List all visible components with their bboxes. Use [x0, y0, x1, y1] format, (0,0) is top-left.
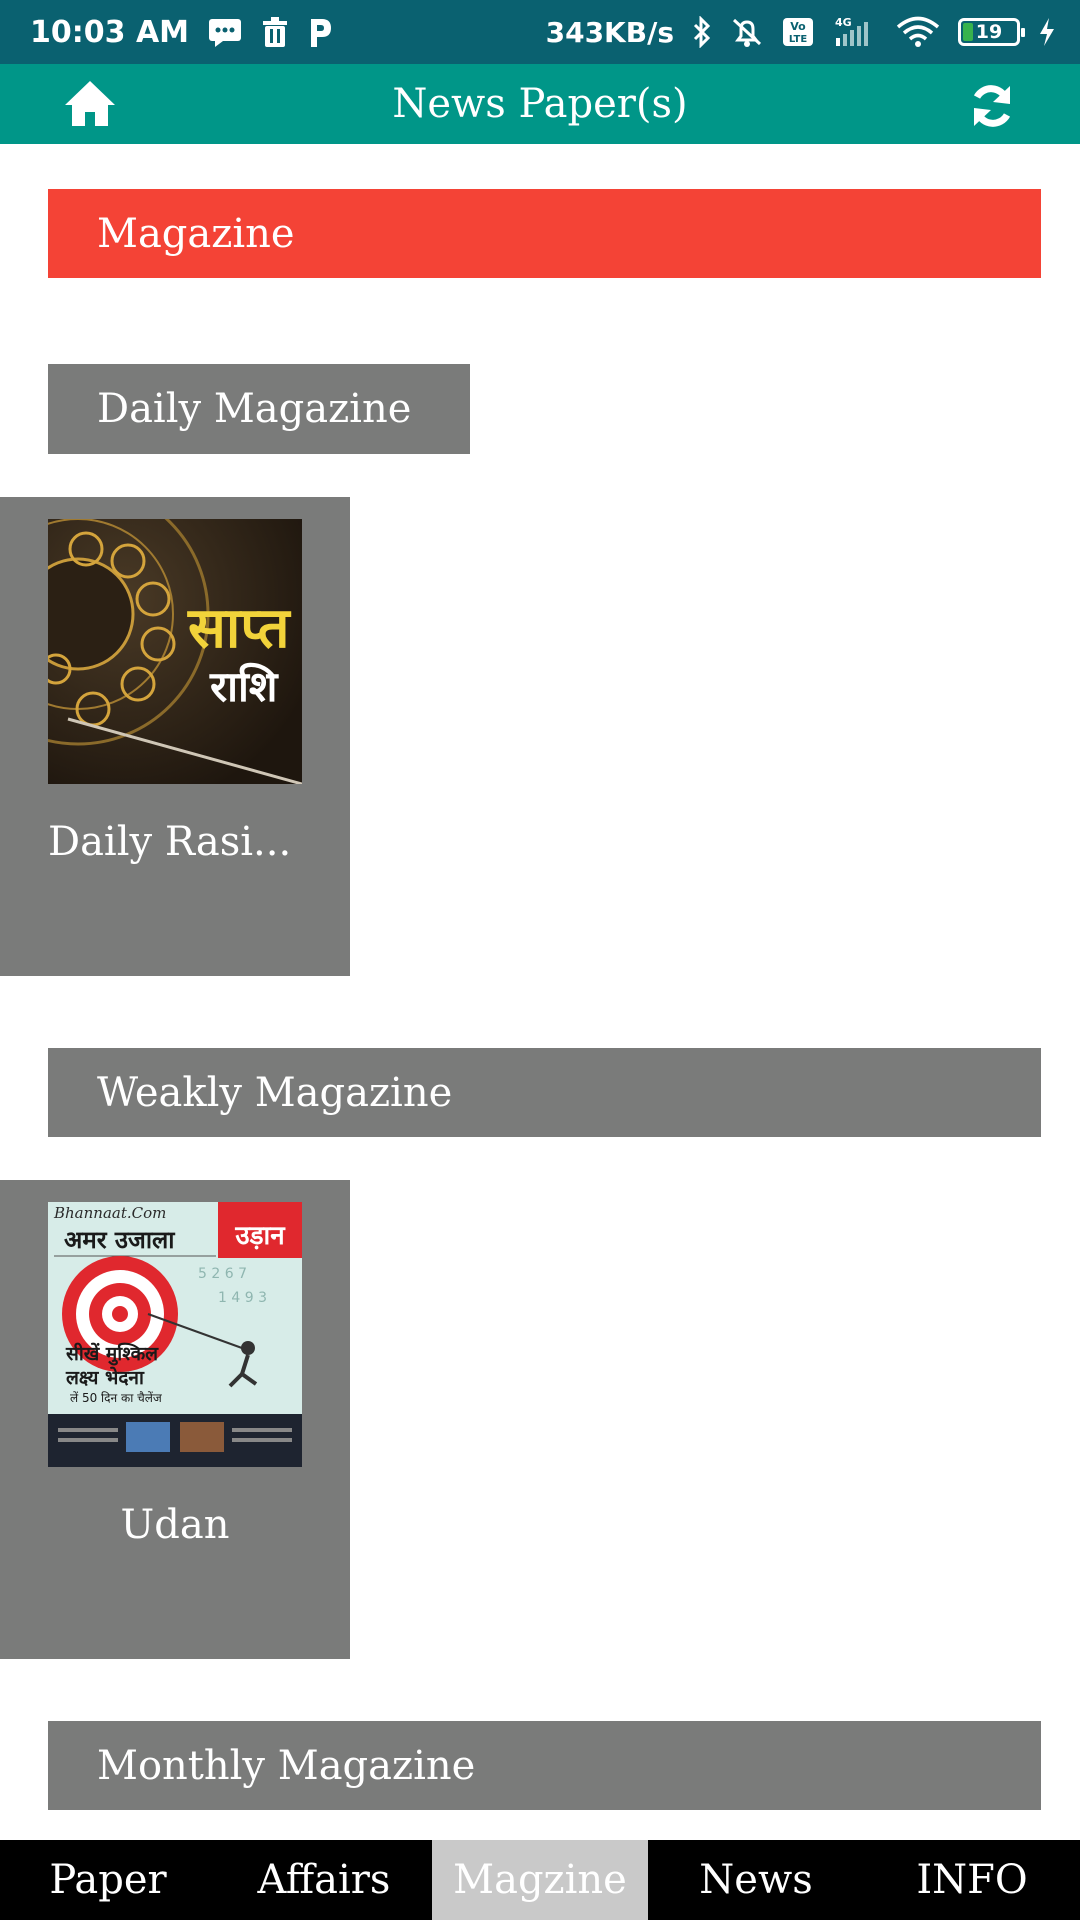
svg-text:5 2 6 7: 5 2 6 7	[198, 1266, 247, 1282]
signal-icon: 4G	[832, 16, 878, 48]
magazine-section-header: Magazine	[48, 189, 1041, 278]
tab-news[interactable]: News	[648, 1840, 864, 1920]
udan-thumbnail: उड़ान Bhannaat.Com अमर उजाला 5 2 6 7 1 4…	[48, 1202, 302, 1467]
battery-icon: 19	[958, 18, 1025, 46]
magazine-title: Magazine	[97, 210, 295, 257]
battery-level: 19	[975, 21, 1003, 43]
svg-text:LTE: LTE	[789, 34, 808, 45]
message-icon	[207, 17, 243, 47]
weekly-magazine-header: Weakly Magazine	[48, 1048, 1041, 1137]
alarm-off-icon	[730, 16, 764, 48]
tab-magzine[interactable]: Magzine	[432, 1840, 648, 1920]
status-time: 10:03 AM	[30, 14, 190, 50]
svg-text:Vo: Vo	[790, 20, 806, 33]
thumb-badge: उड़ान	[234, 1221, 286, 1251]
app-bar: News Paper(s)	[0, 64, 1080, 144]
tab-paper[interactable]: Paper	[0, 1840, 216, 1920]
monthly-magazine-title: Monthly Magazine	[97, 1742, 476, 1789]
thumb-text-line1: साप्त	[187, 596, 292, 661]
daily-magazine-header: Daily Magazine	[48, 364, 470, 454]
thumb-masthead: अमर उजाला	[64, 1226, 175, 1254]
bottom-nav: Paper Affairs Magzine News INFO	[0, 1840, 1080, 1920]
daily-rasi-label: Daily Rasi...	[48, 819, 292, 865]
network-speed: 343KB/s	[545, 15, 674, 49]
weekly-magazine-title: Weakly Magazine	[97, 1069, 453, 1116]
page-title: News Paper(s)	[392, 81, 688, 127]
home-icon	[65, 81, 115, 126]
volte-icon: Vo LTE	[782, 17, 814, 47]
thumb-text-line2: राशि	[209, 662, 279, 711]
thumb-line3: लें 50 दिन का चैलेंज	[70, 1391, 163, 1405]
bluetooth-icon	[692, 16, 712, 48]
svg-text:4G: 4G	[835, 16, 852, 29]
refresh-icon	[973, 85, 1011, 127]
tab-affairs[interactable]: Affairs	[216, 1840, 432, 1920]
trash-icon	[261, 17, 289, 47]
thumb-brand: Bhannaat.Com	[53, 1204, 166, 1222]
refresh-button[interactable]	[966, 80, 1018, 132]
daily-rasi-card[interactable]: साप्त राशि Daily Rasi...	[0, 497, 350, 976]
tab-info[interactable]: INFO	[864, 1840, 1080, 1920]
status-right: 343KB/s Vo LTE 4G 19	[546, 16, 1056, 49]
parking-icon	[307, 17, 333, 47]
daily-rasi-thumbnail: साप्त राशि	[48, 519, 302, 784]
wifi-icon	[896, 16, 940, 48]
charging-icon	[1038, 17, 1056, 47]
thumb-line1: सीखें मुश्किल	[65, 1342, 159, 1366]
monthly-magazine-header: Monthly Magazine	[48, 1721, 1041, 1810]
daily-magazine-title: Daily Magazine	[97, 386, 412, 432]
status-left: 10:03 AM	[30, 15, 333, 50]
home-button[interactable]	[62, 78, 118, 130]
status-bar: 10:03 AM 343KB/s Vo LTE 4G 19	[0, 0, 1080, 64]
udan-card[interactable]: उड़ान Bhannaat.Com अमर उजाला 5 2 6 7 1 4…	[0, 1180, 350, 1659]
svg-text:1 4 9 3: 1 4 9 3	[218, 1290, 267, 1306]
thumb-line2: लक्ष्य भेदना	[65, 1366, 145, 1389]
udan-label: Udan	[120, 1502, 230, 1548]
